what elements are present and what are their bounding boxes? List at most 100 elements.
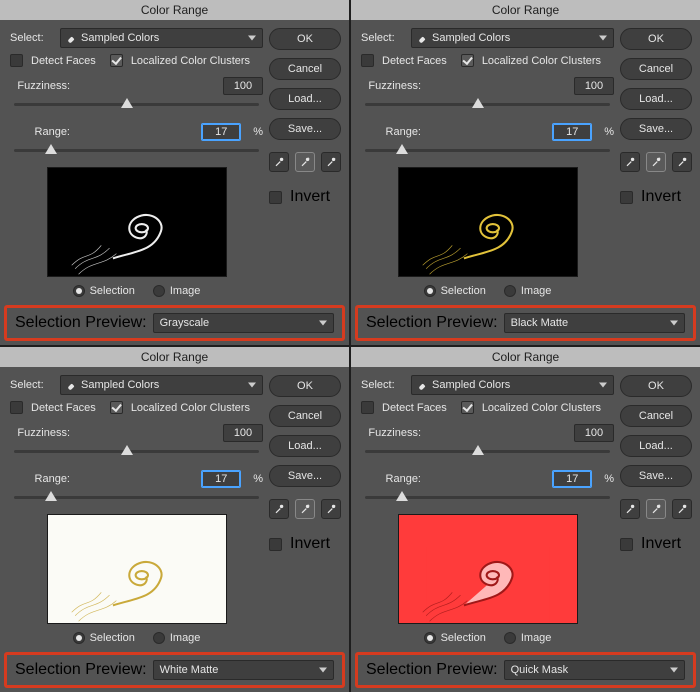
load-button[interactable]: Load...	[620, 88, 692, 110]
detect-faces-checkbox[interactable]: Detect Faces	[10, 401, 96, 414]
detect-faces-checkbox[interactable]: Detect Faces	[361, 54, 447, 67]
eyedropper-subtract-icon[interactable]: −	[672, 152, 692, 172]
localized-clusters-checkbox[interactable]: Localized Color Clusters	[461, 54, 601, 67]
fuzziness-slider[interactable]	[365, 97, 610, 111]
svg-text:−: −	[333, 503, 336, 509]
radio-image[interactable]: Image	[504, 632, 552, 644]
load-button[interactable]: Load...	[620, 435, 692, 457]
radio-selection[interactable]: Selection	[73, 285, 135, 297]
localized-label: Localized Color Clusters	[482, 402, 601, 414]
radio-selection[interactable]: Selection	[73, 632, 135, 644]
range-input[interactable]: 17	[201, 470, 241, 488]
range-input[interactable]: 17	[201, 123, 241, 141]
save-button[interactable]: Save...	[269, 465, 341, 487]
fuzziness-input[interactable]: 100	[574, 77, 614, 95]
fuzziness-input[interactable]: 100	[223, 424, 263, 442]
fuzziness-input[interactable]: 100	[574, 424, 614, 442]
range-slider[interactable]	[365, 143, 610, 157]
svg-text:+: +	[658, 503, 661, 509]
localized-clusters-checkbox[interactable]: Localized Color Clusters	[461, 401, 601, 414]
selection-preview-dropdown[interactable]: Quick Mask	[504, 660, 685, 680]
selection-preview-value: White Matte	[160, 664, 219, 676]
radio-image[interactable]: Image	[504, 285, 552, 297]
select-dropdown[interactable]: Sampled Colors	[411, 375, 614, 395]
invert-checkbox[interactable]: Invert	[620, 188, 692, 206]
fuzziness-slider[interactable]	[365, 444, 610, 458]
select-value: Sampled Colors	[432, 379, 510, 391]
cancel-button[interactable]: Cancel	[269, 405, 341, 427]
radio-icon	[504, 285, 516, 297]
localized-label: Localized Color Clusters	[482, 55, 601, 67]
eyedropper-icon[interactable]	[620, 152, 640, 172]
eyedropper-icon[interactable]	[269, 152, 289, 172]
selection-preview-dropdown[interactable]: White Matte	[153, 660, 334, 680]
fuzziness-input[interactable]: 100	[223, 77, 263, 95]
range-input[interactable]: 17	[552, 470, 592, 488]
radio-icon	[424, 632, 436, 644]
eyedropper-add-icon[interactable]: +	[646, 152, 666, 172]
save-button[interactable]: Save...	[620, 465, 692, 487]
invert-checkbox[interactable]: Invert	[620, 535, 692, 553]
fuzziness-slider[interactable]	[14, 97, 259, 111]
select-dropdown[interactable]: Sampled Colors	[60, 28, 263, 48]
detect-faces-checkbox[interactable]: Detect Faces	[10, 54, 96, 67]
selection-preview-dropdown[interactable]: Black Matte	[504, 313, 685, 333]
dialog-title: Color Range	[351, 347, 700, 367]
checkbox-icon	[620, 191, 633, 204]
localized-clusters-checkbox[interactable]: Localized Color Clusters	[110, 401, 250, 414]
select-dropdown[interactable]: Sampled Colors	[60, 375, 263, 395]
selection-preview-dropdown[interactable]: Grayscale	[153, 313, 334, 333]
checkbox-icon	[110, 401, 123, 414]
eyedropper-add-icon[interactable]: +	[646, 499, 666, 519]
save-button[interactable]: Save...	[620, 118, 692, 140]
invert-checkbox[interactable]: Invert	[269, 188, 341, 206]
radio-selection-label: Selection	[90, 632, 135, 644]
range-input[interactable]: 17	[552, 123, 592, 141]
select-label: Select:	[361, 379, 405, 391]
select-dropdown[interactable]: Sampled Colors	[411, 28, 614, 48]
select-value: Sampled Colors	[81, 32, 159, 44]
eyedropper-subtract-icon[interactable]: −	[672, 499, 692, 519]
range-slider[interactable]	[14, 143, 259, 157]
ok-button[interactable]: OK	[269, 28, 341, 50]
cancel-button[interactable]: Cancel	[620, 405, 692, 427]
svg-text:+: +	[307, 503, 310, 509]
fuzziness-slider[interactable]	[14, 444, 259, 458]
ok-button[interactable]: OK	[620, 375, 692, 397]
eyedropper-add-icon[interactable]: +	[295, 499, 315, 519]
load-button[interactable]: Load...	[269, 88, 341, 110]
ok-button[interactable]: OK	[620, 28, 692, 50]
invert-label: Invert	[290, 535, 330, 553]
fuzziness-label: Fuzziness:	[361, 80, 421, 92]
detect-faces-checkbox[interactable]: Detect Faces	[361, 401, 447, 414]
localized-label: Localized Color Clusters	[131, 402, 250, 414]
eyedropper-subtract-icon[interactable]: −	[321, 499, 341, 519]
eyedropper-subtract-icon[interactable]: −	[321, 152, 341, 172]
eyedropper-icon[interactable]	[269, 499, 289, 519]
radio-image[interactable]: Image	[153, 632, 201, 644]
radio-selection[interactable]: Selection	[424, 632, 486, 644]
checkbox-icon	[269, 538, 282, 551]
preview-image	[398, 167, 578, 277]
invert-checkbox[interactable]: Invert	[269, 535, 341, 553]
cancel-button[interactable]: Cancel	[620, 58, 692, 80]
localized-label: Localized Color Clusters	[131, 55, 250, 67]
load-button[interactable]: Load...	[269, 435, 341, 457]
ok-button[interactable]: OK	[269, 375, 341, 397]
checkbox-icon	[461, 54, 474, 67]
radio-selection[interactable]: Selection	[424, 285, 486, 297]
localized-clusters-checkbox[interactable]: Localized Color Clusters	[110, 54, 250, 67]
invert-label: Invert	[290, 188, 330, 206]
dialog-title: Color Range	[0, 347, 349, 367]
eyedropper-icon[interactable]	[620, 499, 640, 519]
range-percent: %	[604, 126, 614, 138]
eyedropper-add-icon[interactable]: +	[295, 152, 315, 172]
radio-image[interactable]: Image	[153, 285, 201, 297]
selection-preview-value: Quick Mask	[511, 664, 568, 676]
cancel-button[interactable]: Cancel	[269, 58, 341, 80]
detect-faces-label: Detect Faces	[382, 55, 447, 67]
range-slider[interactable]	[14, 490, 259, 504]
save-button[interactable]: Save...	[269, 118, 341, 140]
checkbox-icon	[361, 401, 374, 414]
range-slider[interactable]	[365, 490, 610, 504]
